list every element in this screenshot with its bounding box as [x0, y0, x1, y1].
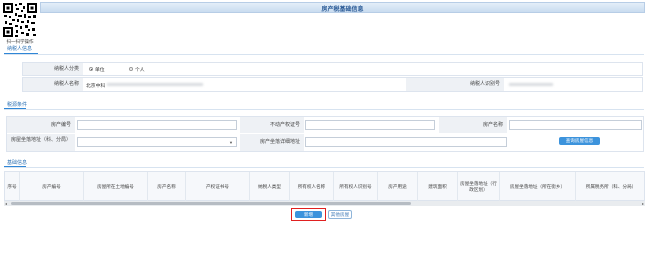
name-row: 纳税人名称 北京中科 纳税人识别号 [22, 77, 643, 92]
radio-individual-label: 个人 [135, 68, 145, 73]
section-source-tab[interactable]: 税源条件 [7, 101, 27, 108]
section-list-tab[interactable]: 基础信息 [7, 159, 27, 166]
radio-unit-label: 单位 [95, 68, 105, 73]
page-title: 房产税基础信息 [321, 7, 364, 13]
section-taxpayer-tab[interactable]: 纳税人信息 [7, 45, 32, 52]
address-label: 房产坐落详细地址 [240, 134, 304, 151]
add-button[interactable]: 新增 [295, 211, 322, 218]
name-value-redacted [107, 83, 203, 86]
radio-individual[interactable] [129, 67, 133, 71]
cert-label: 不动产权证号 [240, 117, 304, 133]
house-no-input[interactable] [77, 120, 237, 130]
id-value-redacted [509, 83, 553, 86]
house-name-input[interactable] [509, 120, 642, 130]
col-header: 房产名称 [147, 172, 185, 201]
house-no-label: 房产编号 [7, 117, 75, 133]
section-divider [4, 54, 644, 55]
section-divider [4, 109, 644, 110]
address-input[interactable] [305, 137, 507, 147]
grid-scrollbar[interactable]: ◂ ▸ [4, 201, 645, 206]
scrollbar-thumb[interactable] [11, 202, 411, 205]
section-divider [4, 167, 644, 168]
chevron-down-icon: ▼ [229, 140, 233, 145]
scroll-left-icon[interactable]: ◂ [5, 201, 7, 206]
tax-office-label: 房屋坐落地址（科、分局） [7, 134, 75, 151]
scroll-right-icon[interactable]: ▸ [642, 201, 644, 206]
page-title-bar: 房产税基础信息 [40, 2, 645, 13]
col-header: 所属税务所（科、分局） [575, 172, 646, 201]
col-header: 建筑面积 [417, 172, 457, 201]
col-header: 序号 [7, 183, 17, 189]
col-header: 房屋所在土地编号 [83, 172, 147, 201]
col-header: 所有权人识别号 [333, 172, 377, 201]
conditions-table: 房产编号 不动产权证号 房产名称 房屋坐落地址（科、分局） ▼ 房产坐落详细地址… [6, 116, 644, 152]
name-value: 北京中科 [86, 84, 106, 89]
name-label: 纳税人名称 [23, 78, 83, 91]
query-button[interactable]: 查询房屋信息 [559, 137, 600, 145]
category-row: 纳税人分类 单位 个人 [22, 62, 643, 76]
data-grid-header: 序号 房产编号 房屋所在土地编号 房产名称 产权证书号 纳税人类型 所有权人名称… [4, 171, 645, 201]
col-header: 房产用途 [377, 172, 417, 201]
col-header: 所有权人名称 [289, 172, 333, 201]
col-header: 产权证书号 [185, 172, 249, 201]
tax-office-select[interactable]: ▼ [77, 137, 237, 147]
cert-input[interactable] [305, 120, 435, 130]
col-header: 房产编号 [19, 172, 83, 201]
radio-unit[interactable] [89, 67, 93, 71]
col-header: 房屋坐落地址（行政区划） [457, 172, 499, 201]
house-name-label: 房产名称 [439, 117, 507, 133]
category-label: 纳税人分类 [23, 63, 83, 75]
col-header: 纳税人类型 [249, 172, 289, 201]
other-button[interactable]: 其他房屋 [328, 210, 352, 219]
qr-code [2, 2, 38, 38]
id-label: 纳税人识别号 [406, 78, 504, 91]
col-header: 房屋坐落地址（所在街乡） [499, 172, 575, 201]
